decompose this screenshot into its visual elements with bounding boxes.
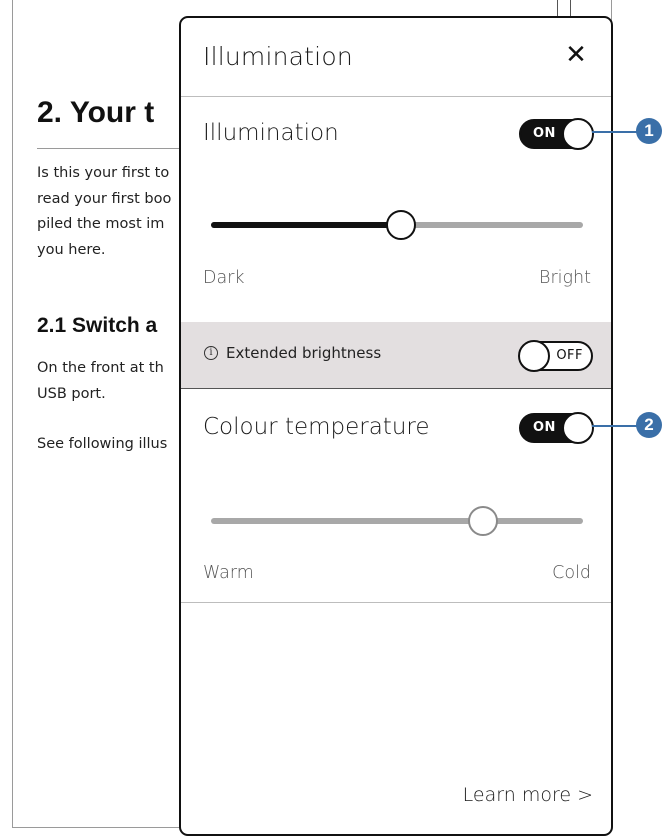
paragraph-1-line: piled the most im	[37, 216, 165, 232]
callout-line	[592, 131, 640, 133]
colour-temperature-slider[interactable]	[211, 506, 583, 536]
paragraph-1-line: Is this your first to	[37, 165, 170, 181]
dark-label: Dark	[203, 268, 245, 288]
paragraph-1-line: read your first boo	[37, 190, 172, 207]
callout-line	[592, 425, 640, 427]
bright-label: Bright	[539, 268, 591, 288]
callout-badge: 2	[636, 412, 662, 438]
paragraph-2: On the front at th USB port.	[37, 356, 164, 407]
extended-brightness-row: i Extended brightness OFF	[181, 322, 611, 389]
toggle-knob	[562, 118, 594, 150]
illumination-toggle-state: ON	[533, 126, 556, 141]
paragraph-1: Is this your first to read your first bo…	[37, 161, 171, 263]
brightness-slider[interactable]	[211, 210, 583, 240]
info-icon[interactable]: i	[204, 346, 218, 360]
panel-header: Illumination ✕	[181, 18, 611, 97]
slider-fill	[211, 222, 401, 228]
close-button[interactable]: ✕	[561, 40, 591, 70]
illumination-label: Illumination	[203, 120, 339, 146]
extended-brightness-label: Extended brightness	[226, 344, 382, 362]
colour-toggle-state: ON	[533, 420, 556, 435]
illumination-panel: Illumination ✕ Illumination ON Dark Brig…	[179, 16, 613, 836]
close-icon: ✕	[565, 40, 587, 70]
chapter-heading: 2. Your t	[37, 96, 155, 129]
colour-temperature-label: Colour temperature	[203, 414, 430, 440]
panel-title: Illumination	[203, 42, 353, 71]
paragraph-2-line: On the front at th	[37, 360, 164, 376]
learn-more-link[interactable]: Learn more >	[463, 784, 593, 806]
colour-temperature-toggle[interactable]: ON	[519, 412, 594, 444]
callout-badge: 1	[636, 118, 662, 144]
toggle-knob	[518, 340, 550, 372]
paragraph-3: See following illus	[37, 436, 168, 452]
slider-thumb[interactable]	[467, 506, 498, 536]
cold-label: Cold	[552, 563, 591, 583]
slider-track	[211, 518, 583, 524]
illumination-section: Illumination ON Dark Bright	[181, 96, 611, 322]
paragraph-1-line: you here.	[37, 241, 106, 258]
extended-brightness-toggle[interactable]: OFF	[518, 340, 593, 372]
slider-thumb[interactable]	[385, 210, 416, 240]
section-divider	[181, 602, 611, 603]
colour-temperature-section: Colour temperature ON Warm Cold	[181, 388, 611, 602]
extended-toggle-state: OFF	[556, 348, 583, 363]
toggle-knob	[562, 412, 594, 444]
section-heading: 2.1 Switch a	[37, 314, 158, 337]
paragraph-2-line: USB port.	[37, 385, 106, 402]
warm-label: Warm	[203, 563, 254, 583]
illumination-toggle[interactable]: ON	[519, 118, 594, 150]
